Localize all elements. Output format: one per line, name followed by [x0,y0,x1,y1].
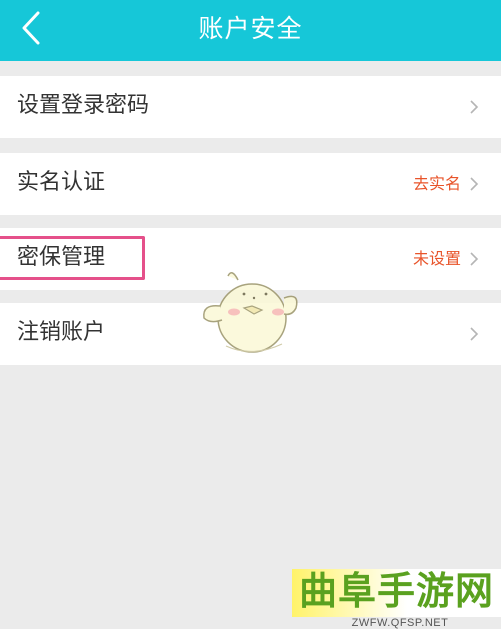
page-title: 账户安全 [198,14,303,43]
status-text: 去实名 [412,174,461,193]
row-label: 注销账户 [17,320,106,345]
watermark-url: ZWFW.QFSP.NET [351,617,449,629]
highlight-annotation [0,236,145,280]
row-real-name-auth[interactable]: 实名认证 去实名 [0,153,501,215]
chevron-right-icon [469,176,479,192]
status-text: 未设置 [412,249,461,268]
chevron-right-icon [469,326,479,342]
row-label: 实名认证 [17,170,106,195]
mascot-sticker-icon [196,266,304,358]
app-header: 账户安全 [0,0,501,61]
row-set-login-password[interactable]: 设置登录密码 [0,76,501,138]
watermark-logo-text: 曲阜手游网 [298,568,494,613]
row-label: 设置登录密码 [17,93,150,118]
chevron-right-icon [469,251,479,267]
chevron-right-icon [469,99,479,115]
